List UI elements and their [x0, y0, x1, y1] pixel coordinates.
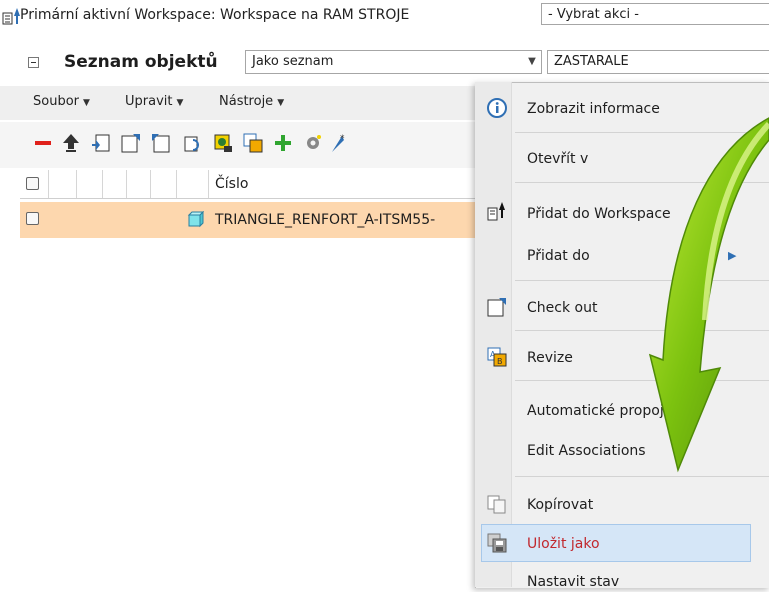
column-divider	[176, 170, 177, 198]
part-icon	[187, 211, 204, 228]
menu-item-nastavit-stav[interactable]: Nastavit stav	[527, 572, 619, 592]
add-icon[interactable]	[272, 132, 294, 154]
refresh-doc-icon[interactable]	[182, 132, 204, 154]
filter-select[interactable]: ZASTARALE	[547, 50, 769, 74]
check-out-icon	[487, 298, 506, 317]
check-out-icon[interactable]	[120, 132, 142, 154]
check-in-icon[interactable]	[90, 132, 112, 154]
column-divider	[150, 170, 151, 198]
revise-icon: AB	[487, 347, 507, 367]
revise-icon[interactable]	[242, 132, 264, 154]
remove-icon[interactable]	[32, 132, 54, 154]
list-title: Seznam objektů	[64, 52, 218, 72]
menu-soubor[interactable]: Soubor ▼	[33, 92, 90, 113]
chevron-down-icon: ▼	[83, 98, 90, 108]
annotation-arrow-icon	[648, 117, 769, 473]
undo-checkout-icon[interactable]	[150, 132, 172, 154]
gear-icon[interactable]	[302, 132, 324, 154]
update-icon[interactable]	[212, 132, 234, 154]
upload-icon[interactable]	[60, 132, 82, 154]
chevron-down-icon: ▼	[176, 98, 184, 108]
action-select[interactable]: - Vybrat akci -	[541, 3, 769, 25]
menu-upravit[interactable]: Upravit ▼	[125, 92, 183, 113]
select-all-checkbox[interactable]	[26, 177, 39, 190]
collapse-toggle[interactable]	[28, 57, 39, 68]
column-divider	[76, 170, 77, 198]
column-divider	[208, 170, 209, 198]
menu-nastroje[interactable]: Nástroje ▼	[219, 92, 284, 113]
row-checkbox[interactable]	[26, 212, 39, 225]
save-as-icon	[487, 533, 507, 553]
info-icon	[487, 98, 507, 118]
workspace-icon	[2, 8, 20, 25]
column-divider	[126, 170, 127, 198]
svg-text:*: *	[340, 134, 345, 144]
row-number[interactable]: TRIANGLE_RENFORT_A-ITSM55-	[215, 210, 435, 230]
column-divider	[48, 170, 49, 198]
view-select-arrow-icon[interactable]: ▼	[522, 50, 542, 74]
primary-workspace-label: Primární aktivní Workspace: Workspace na…	[20, 7, 410, 23]
copy-icon	[487, 495, 506, 514]
auto-associate-icon[interactable]: *	[330, 132, 352, 154]
chevron-down-icon: ▼	[277, 98, 285, 108]
add-to-workspace-icon	[487, 202, 505, 221]
view-select[interactable]: Jako seznam	[245, 50, 542, 74]
column-header-number[interactable]: Číslo	[215, 174, 248, 194]
svg-text:B: B	[497, 357, 503, 366]
column-divider	[102, 170, 103, 198]
